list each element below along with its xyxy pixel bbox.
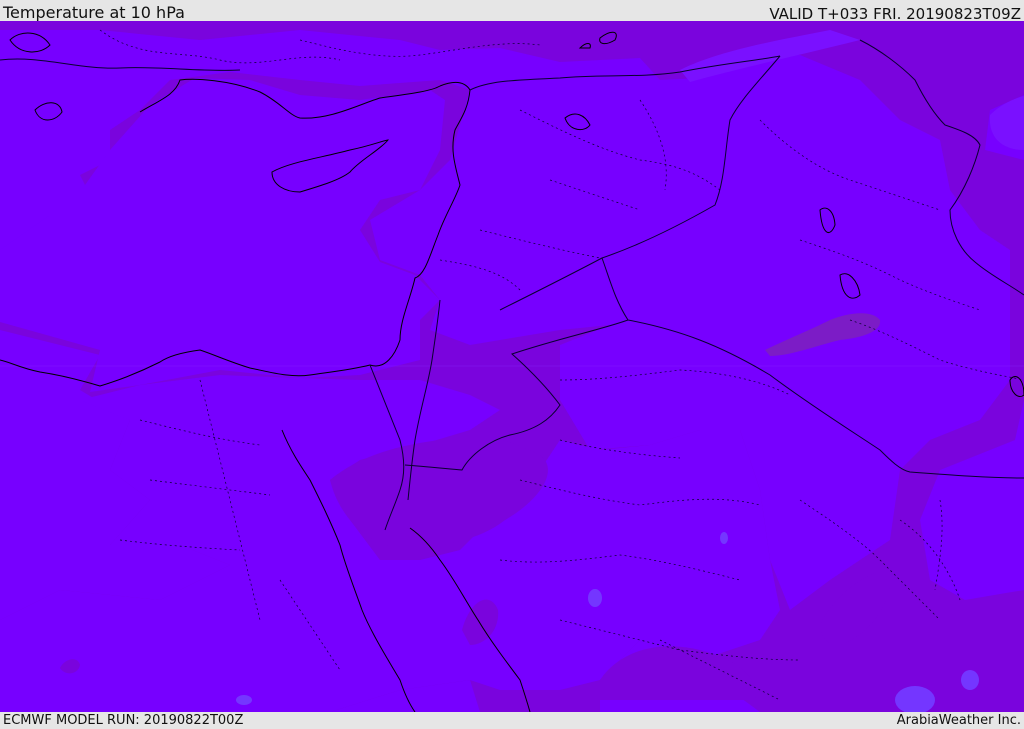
- map-title: Temperature at 10 hPa: [3, 3, 185, 22]
- cool-spot-1: [588, 589, 602, 607]
- provider-label: ArabiaWeather Inc.: [896, 713, 1021, 728]
- map-footer: ECMWF MODEL RUN: 20190822T00Z ArabiaWeat…: [0, 712, 1024, 729]
- map-header: Temperature at 10 hPa VALID T+033 FRI. 2…: [0, 0, 1024, 23]
- cool-spot-2: [720, 532, 728, 544]
- weather-map[interactable]: [0, 21, 1024, 712]
- cool-spot-3: [961, 670, 979, 690]
- model-run-label: ECMWF MODEL RUN: 20190822T00Z: [3, 713, 244, 728]
- cool-spot-5: [236, 695, 252, 705]
- temperature-field-svg: [0, 21, 1024, 712]
